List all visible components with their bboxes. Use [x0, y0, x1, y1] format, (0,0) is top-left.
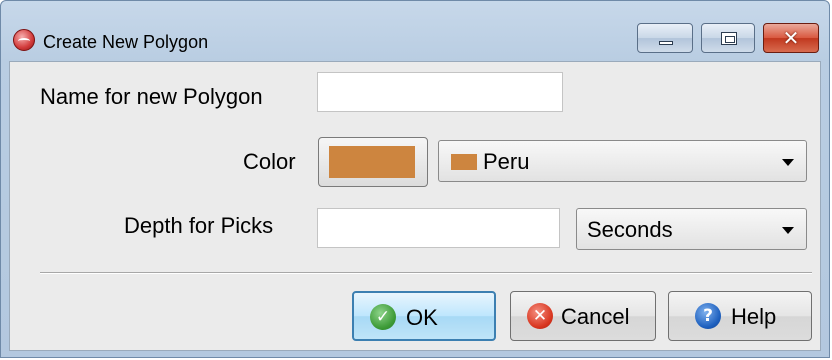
ok-button[interactable]: ✓ OK [352, 291, 496, 341]
color-picker-button[interactable] [318, 137, 428, 187]
depth-unit-selected-value: Seconds [587, 217, 673, 242]
cancel-button[interactable]: ✕ Cancel [510, 291, 656, 341]
cancel-button-label: Cancel [561, 304, 630, 329]
color-swatch-small [451, 154, 477, 170]
ok-button-label: OK [406, 305, 438, 330]
dialog-content: Name for new Polygon Color Peru Depth fo… [9, 61, 821, 351]
color-combobox[interactable]: Peru [438, 140, 807, 182]
color-selected-value: Peru [483, 149, 530, 174]
close-icon: ✕ [782, 26, 800, 50]
maximize-icon [721, 32, 737, 45]
minimize-icon [659, 41, 673, 45]
minimize-button[interactable] [637, 23, 693, 53]
separator [40, 272, 812, 274]
title-bar[interactable]: Create New Polygon ✕ [1, 1, 829, 61]
window-title: Create New Polygon [43, 32, 209, 52]
help-question-icon: ? [695, 303, 721, 329]
help-button-label: Help [731, 304, 777, 329]
color-swatch [329, 146, 415, 178]
name-label: Name for new Polygon [40, 84, 263, 109]
chevron-down-icon [782, 227, 794, 234]
close-button[interactable]: ✕ [763, 23, 819, 53]
polygon-app-icon[interactable] [13, 29, 35, 51]
color-label: Color [243, 149, 296, 174]
cancel-x-icon: ✕ [527, 303, 553, 329]
maximize-button[interactable] [701, 23, 755, 53]
depth-label: Depth for Picks [124, 213, 274, 238]
depth-input[interactable] [317, 208, 560, 248]
polygon-name-input[interactable] [317, 72, 563, 112]
chevron-down-icon [782, 159, 794, 166]
depth-unit-combobox[interactable]: Seconds [576, 208, 807, 250]
help-button[interactable]: ? Help [668, 291, 812, 341]
dialog-window: Create New Polygon ✕ Name for new Polygo… [0, 0, 830, 358]
check-icon: ✓ [370, 304, 396, 330]
